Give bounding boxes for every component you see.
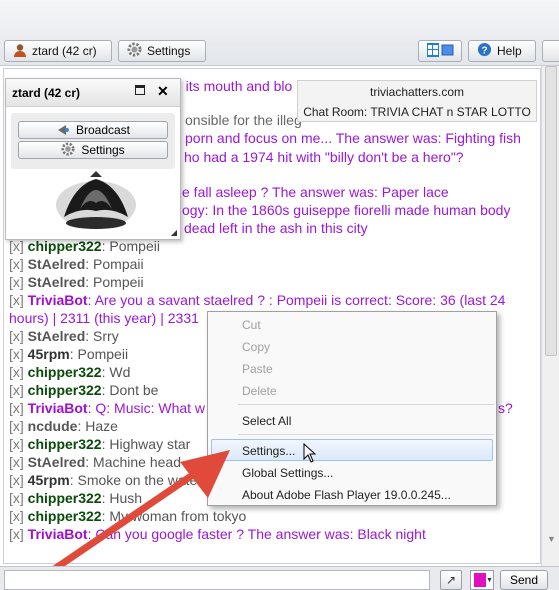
user-icon: [13, 43, 27, 60]
gear-icon: [127, 42, 142, 60]
resize-handle-icon[interactable]: ◢: [171, 228, 177, 237]
chat-message-continuation: hours) | 2311 (this year) | 2331: [9, 310, 199, 326]
help-button-label: Help: [497, 44, 522, 58]
username[interactable]: StAelred: [28, 274, 86, 290]
chat-scrollbar[interactable]: ▼: [541, 66, 559, 566]
chat-message: [x] 45rpm: Pompeii: [9, 346, 129, 362]
chat-fragment: porn and focus on me... The answer was: …: [185, 130, 521, 146]
message-input-bar: ↗ ▼ Send: [0, 566, 559, 590]
top-toolbar: ztard (42 cr) Settings ? Help: [0, 0, 559, 66]
extra-toolbar-button[interactable]: [542, 40, 559, 62]
chat-fragment: ho had a 1974 hit with "billy don't be a…: [184, 149, 464, 165]
remove-message-link[interactable]: [x]: [9, 454, 24, 470]
color-swatch: [474, 573, 486, 587]
chat-fragment: n its mouth and blo: [174, 78, 293, 94]
expand-button[interactable]: ↗: [440, 570, 462, 590]
menu-item-select-all[interactable]: Select All: [242, 414, 291, 428]
menu-separator: [238, 434, 494, 435]
username[interactable]: TriviaBot: [28, 400, 88, 416]
context-menu: Cut Copy Paste Delete Select All Setting…: [207, 311, 497, 506]
username[interactable]: TriviaBot: [28, 292, 88, 308]
remove-message-link[interactable]: [x]: [9, 418, 24, 434]
remove-message-link[interactable]: [x]: [9, 436, 24, 452]
chat-fragment: s?: [498, 400, 513, 416]
remove-message-link[interactable]: [x]: [9, 400, 24, 416]
remove-message-link[interactable]: [x]: [9, 256, 24, 272]
mouse-cursor-icon: [303, 442, 317, 468]
chat-fragment: ogy: In the 1860s guiseppe fiorelli made…: [182, 202, 511, 218]
remove-message-link[interactable]: [x]: [9, 508, 24, 524]
site-name: triviachatters.com: [369, 85, 465, 99]
menu-item-settings[interactable]: Settings...: [242, 444, 295, 458]
remove-message-link[interactable]: [x]: [9, 490, 24, 506]
user-button-label: ztard (42 cr): [32, 44, 97, 58]
scrollbar-thumb[interactable]: [545, 66, 557, 356]
menu-item-delete[interactable]: Delete: [242, 384, 277, 398]
remove-message-link[interactable]: [x]: [9, 526, 24, 542]
chat-message: [x] StAelred: Pompeii: [9, 274, 144, 290]
profile-popup: ztard (42 cr) ✕ Broadcast Settings ◢: [5, 78, 181, 240]
username[interactable]: 45rpm: [28, 346, 70, 362]
username[interactable]: chipper322: [28, 238, 102, 254]
profile-title: ztard (42 cr): [12, 85, 81, 100]
message-input[interactable]: [4, 570, 430, 590]
chat-message: [x] StAelred: Pompaii: [9, 256, 144, 272]
remove-message-link[interactable]: [x]: [9, 472, 24, 488]
help-button[interactable]: ? Help: [468, 40, 536, 62]
scroll-down-arrow-icon[interactable]: ▼: [547, 534, 556, 544]
avatar: [50, 167, 142, 238]
close-icon[interactable]: ✕: [157, 83, 169, 100]
menu-item-global-settings[interactable]: Global Settings...: [242, 466, 333, 480]
username[interactable]: StAelred: [28, 328, 86, 344]
room-info: triviachatters.com Chat Room: TRIVIA CHA…: [297, 80, 537, 122]
svg-text:?: ?: [481, 45, 487, 56]
send-button[interactable]: Send: [500, 570, 548, 590]
chat-message: [x] chipper322: Wd: [9, 364, 131, 380]
maximize-icon[interactable]: [135, 85, 145, 95]
chat-message: [x] TriviaBot: Q: Music: What w: [9, 400, 206, 416]
username[interactable]: StAelred: [28, 256, 86, 272]
user-button[interactable]: ztard (42 cr): [4, 40, 112, 62]
username[interactable]: chipper322: [28, 364, 102, 380]
username[interactable]: ncdude: [28, 418, 78, 434]
broadcast-icon: [56, 122, 70, 139]
help-icon: ?: [477, 42, 492, 60]
chat-fragment: onsible for the illeg: [185, 112, 302, 128]
annotation-arrow-icon: [40, 440, 240, 585]
windows-mode-button[interactable]: [418, 40, 462, 62]
windows-icon: [425, 42, 455, 61]
profile-settings-label: Settings: [81, 143, 125, 157]
menu-item-copy[interactable]: Copy: [242, 340, 270, 354]
profile-settings-button[interactable]: Settings: [18, 141, 168, 159]
remove-message-link[interactable]: [x]: [9, 382, 24, 398]
menu-item-cut[interactable]: Cut: [242, 318, 261, 332]
expand-arrow-icon: ↗: [445, 573, 457, 587]
remove-message-link[interactable]: [x]: [9, 364, 24, 380]
remove-message-link[interactable]: [x]: [9, 346, 24, 362]
menu-separator: [238, 404, 494, 405]
gear-icon: [61, 141, 75, 159]
chat-fragment: e fall asleep ? The answer was: Paper la…: [182, 184, 449, 200]
chat-fragment: dead left in the ash in this city: [184, 220, 368, 236]
profile-header[interactable]: ztard (42 cr) ✕: [6, 79, 180, 107]
broadcast-label: Broadcast: [75, 123, 131, 137]
menu-item-about[interactable]: About Adobe Flash Player 19.0.0.245...: [242, 488, 451, 502]
broadcast-button[interactable]: Broadcast: [18, 121, 168, 139]
remove-message-link[interactable]: [x]: [9, 292, 24, 308]
remove-message-link[interactable]: [x]: [9, 274, 24, 290]
settings-button[interactable]: Settings: [118, 40, 206, 62]
chat-message: [x] ncdude: Haze: [9, 418, 118, 434]
username[interactable]: chipper322: [28, 382, 102, 398]
chat-message: [x] chipper322: Dont be: [9, 382, 159, 398]
remove-message-link[interactable]: [x]: [9, 328, 24, 344]
room-name: Chat Room: TRIVIA CHAT n STAR LOTTO: [303, 105, 531, 119]
settings-button-label: Settings: [147, 44, 191, 58]
color-picker[interactable]: ▼: [470, 570, 494, 590]
chat-message: [x] TriviaBot: Are you a savant staelred…: [9, 292, 506, 308]
menu-item-paste[interactable]: Paste: [242, 362, 273, 376]
remove-message-link[interactable]: [x]: [9, 238, 24, 254]
chevron-down-icon: ▼: [486, 577, 493, 584]
chat-message: [x] StAelred: Srry: [9, 328, 119, 344]
